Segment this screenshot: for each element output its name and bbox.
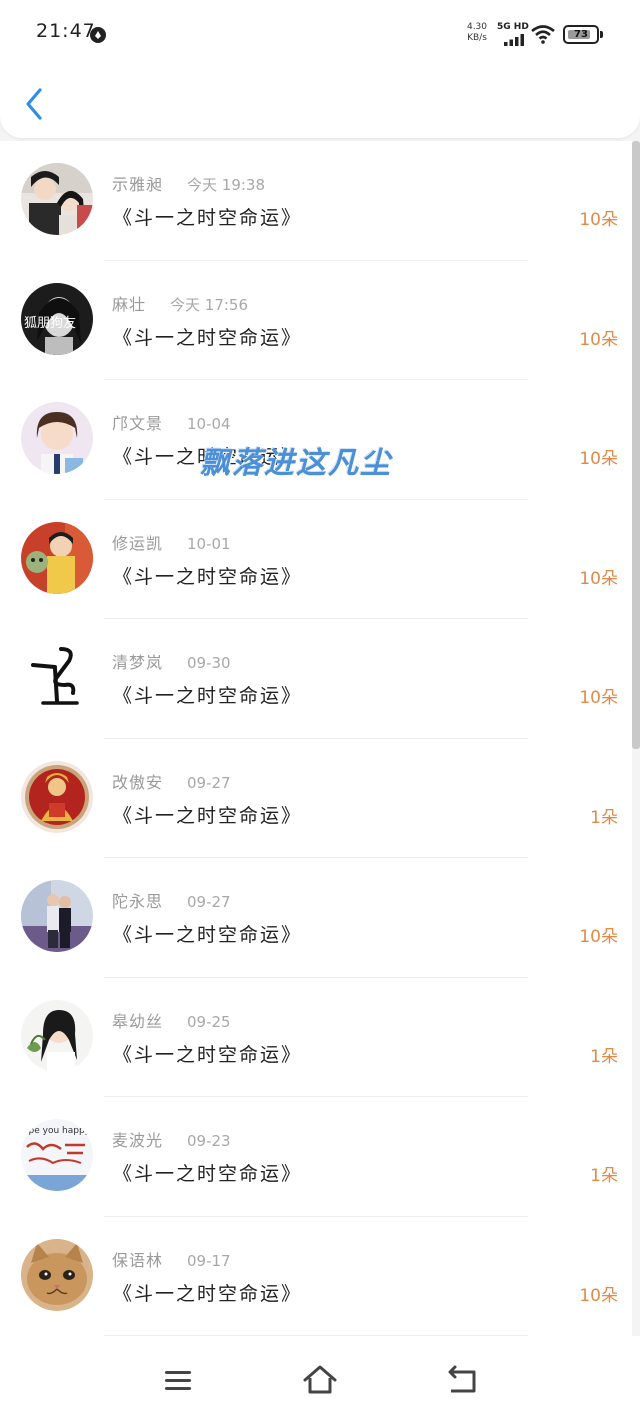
battery-cap [600, 31, 603, 38]
back-button[interactable] [20, 84, 54, 124]
book-title: 《斗一之时空命运》 [113, 1163, 303, 1185]
item-date: 10-01 [187, 534, 231, 553]
flower-count: 1朵 [590, 807, 618, 828]
net-speed-value: 4.30 [466, 22, 488, 32]
item-date: 09-27 [187, 893, 231, 911]
item-meta: 麦波光 09-23 [112, 1127, 231, 1151]
flower-count: 10朵 [579, 210, 618, 230]
couple-photo-avatar[interactable] [21, 163, 93, 235]
item-date: 09-27 [187, 773, 231, 792]
user-name[interactable]: 皋幼丝 [112, 1008, 163, 1032]
item-meta: 改傲安 09-27 [112, 769, 231, 793]
bw-portrait-avatar[interactable]: 狐朋狗友 [21, 282, 93, 355]
user-name[interactable]: 保语林 [112, 1247, 163, 1271]
user-name[interactable]: 陀永思 [112, 888, 163, 912]
flower-count: 1朵 [590, 1166, 618, 1186]
flower-count: 1朵 [590, 1046, 618, 1067]
handwriting-avatar[interactable]: ope you happy everyda [21, 1119, 93, 1191]
book-title: 《斗一之时空命运》 [113, 685, 303, 707]
status-bar: 21:47 4.30 KB/s 5G HD 73 [0, 0, 640, 66]
kitten-avatar[interactable] [21, 1238, 93, 1311]
flower-count: 10朵 [579, 1285, 618, 1306]
book-title: 《斗一之时空命运》 [113, 565, 303, 588]
book-title: 《斗一之时空命运》 [113, 1282, 303, 1305]
user-name[interactable]: 改傲安 [112, 769, 163, 793]
top-header: 21:47 4.30 KB/s 5G HD 73 [0, 0, 640, 138]
item-meta: 陀永思 09-27 [112, 888, 231, 912]
list-item[interactable]: 改傲安 09-27 《斗一之时空命运》 1朵 [0, 739, 632, 858]
couple-street-avatar[interactable] [21, 880, 93, 952]
flower-count: 10朵 [579, 568, 618, 589]
list-item[interactable]: 示雅昶 今天 19:38 《斗一之时空命运》 10朵 [0, 141, 632, 261]
svg-text:ope you happy everyda: ope you happy everyda [23, 1126, 93, 1136]
home-button[interactable] [300, 1362, 340, 1398]
scrollbar[interactable] [632, 141, 640, 749]
list-item[interactable]: 皋幼丝 09-25 《斗一之时空命运》 1朵 [0, 978, 632, 1097]
flower-count: 10朵 [579, 329, 618, 350]
item-date: 09-25 [187, 1012, 231, 1031]
buddha-badge-avatar[interactable] [21, 760, 93, 833]
reward-list: 示雅昶 今天 19:38 《斗一之时空命运》 10朵 狐朋狗友 麻壮 今天 17:56 《斗一… [0, 141, 632, 1336]
list-item[interactable]: 陀永思 09-27 《斗一之时空命运》 10朵 [0, 858, 632, 978]
wifi-icon [531, 25, 555, 44]
user-name[interactable]: 麦波光 [112, 1127, 163, 1151]
item-meta: 皋幼丝 09-25 [112, 1008, 231, 1032]
net-speed-unit: KB/s [467, 33, 487, 43]
battery-body: 73 [563, 25, 599, 44]
battery-icon: 73 [563, 25, 603, 44]
return-icon [448, 1365, 476, 1393]
item-date: 09-30 [187, 654, 231, 672]
kid-photo-avatar[interactable] [21, 521, 93, 594]
return-button[interactable] [442, 1362, 482, 1398]
list-item[interactable]: 清梦岚 09-30 《斗一之时空命运》 10朵 [0, 619, 632, 739]
flower-count: 10朵 [579, 688, 618, 708]
item-date: 10-04 [187, 415, 231, 433]
net-speed: 4.30 KB/s [464, 22, 490, 44]
flower-count: 10朵 [579, 927, 618, 947]
user-name[interactable]: 清梦岚 [112, 649, 163, 673]
user-name[interactable]: 邝文景 [112, 410, 163, 434]
item-date: 09-23 [187, 1132, 231, 1150]
item-meta: 邝文景 10-04 [112, 410, 231, 434]
user-name[interactable]: 麻壮 [112, 291, 146, 315]
calligraphy-avatar[interactable] [21, 641, 93, 713]
svg-text:狐朋狗友: 狐朋狗友 [24, 315, 76, 331]
item-date: 今天 19:38 [187, 176, 266, 194]
item-date: 09-17 [187, 1251, 231, 1270]
user-name[interactable]: 修运凯 [112, 530, 163, 554]
list-item[interactable]: ope you happy everyda 麦波光 09-23 《斗一之时空命运》 1朵 [0, 1097, 632, 1217]
menu-button[interactable] [158, 1362, 198, 1398]
item-meta: 保语林 09-17 [112, 1247, 231, 1271]
battery-level: 73 [574, 29, 588, 40]
book-title: 《斗一之时空命运》 [113, 804, 303, 827]
user-name[interactable]: 示雅昶 [112, 171, 163, 195]
item-meta: 示雅昶 今天 19:38 [112, 171, 265, 195]
list-item[interactable]: 保语林 09-17 《斗一之时空命运》 10朵 [0, 1217, 632, 1336]
status-time: 21:47 [36, 20, 96, 42]
book-title: 《斗一之时空命运》 [113, 207, 303, 229]
signal-label: 5G HD [497, 22, 529, 32]
item-meta: 麻壮 今天 17:56 [112, 291, 248, 315]
flower-count: 10朵 [579, 449, 618, 469]
item-date: 今天 17:56 [170, 295, 249, 314]
book-title: 《斗一之时空命运》 [113, 326, 303, 349]
home-icon [303, 1365, 337, 1394]
girl-portrait-avatar[interactable] [21, 402, 93, 474]
list-item[interactable]: 狐朋狗友 麻壮 今天 17:56 《斗一之时空命运》 10朵 [0, 261, 632, 380]
notification-icon [90, 27, 106, 43]
book-title: 《斗一之时空命运》 [113, 924, 303, 946]
system-nav-bar [0, 1336, 640, 1422]
cell-signal-icon [504, 34, 524, 46]
menu-icon [165, 1371, 191, 1390]
item-meta: 修运凯 10-01 [112, 530, 231, 554]
book-title: 《斗一之时空命运》 [113, 1043, 303, 1066]
list-item[interactable]: 修运凯 10-01 《斗一之时空命运》 10朵 [0, 500, 632, 619]
item-meta: 清梦岚 09-30 [112, 649, 231, 673]
girl-white-avatar[interactable] [21, 999, 93, 1072]
watermark-text: 飘落进这凡尘 [200, 446, 392, 481]
